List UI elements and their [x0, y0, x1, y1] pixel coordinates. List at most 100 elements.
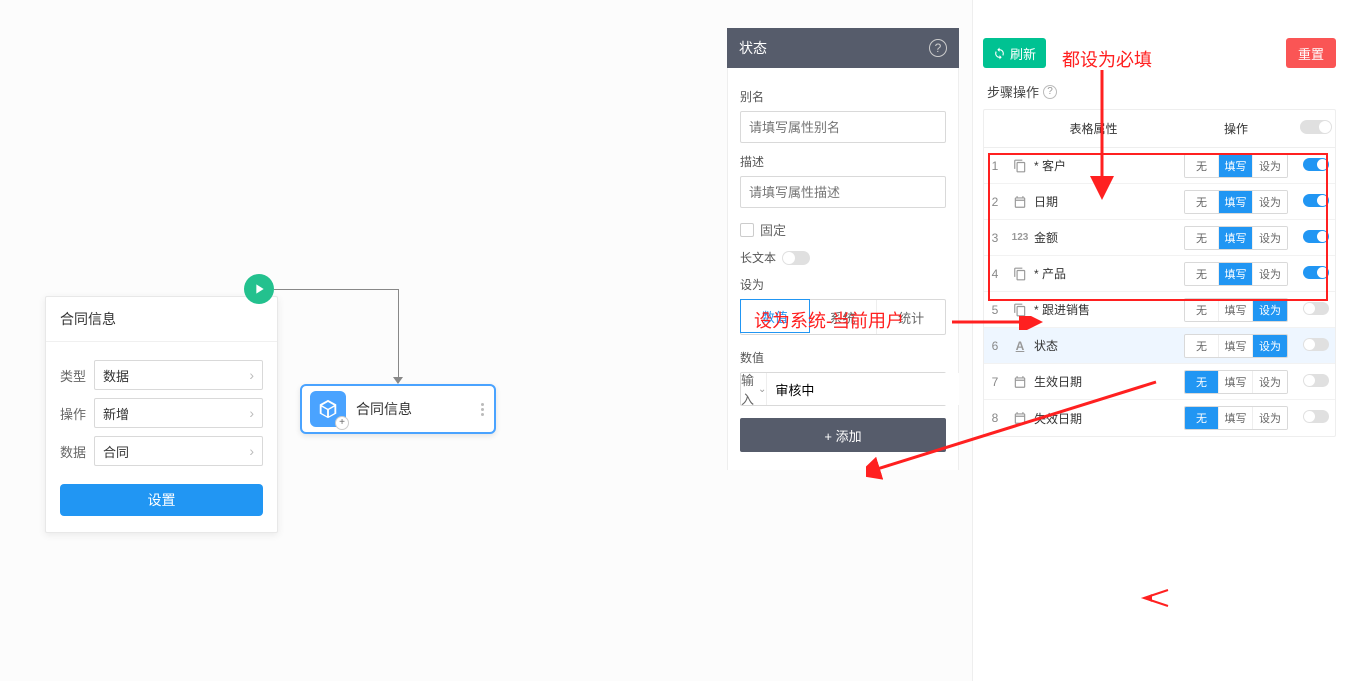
row-ops: 无 填写 设为 — [1175, 190, 1297, 214]
settings-button[interactable]: 设置 — [60, 484, 263, 516]
table-row[interactable]: 2 日期 无 填写 设为 — [984, 184, 1335, 220]
row-ops: 无 填写 设为 — [1175, 334, 1297, 358]
row-toggle[interactable] — [1303, 374, 1329, 387]
attr-label: 失效日期 — [1034, 410, 1082, 427]
type-label: 类型 — [60, 366, 94, 385]
longtext-label: 长文本 — [740, 249, 776, 266]
op-set[interactable]: 设为 — [1253, 407, 1287, 429]
op-set[interactable]: 设为 — [1253, 371, 1287, 393]
row-switch-cell — [1297, 266, 1335, 282]
row-attr: 日期 — [1006, 193, 1175, 210]
section-text: 步骤操作 — [987, 82, 1039, 101]
attr-label: * 产品 — [1034, 265, 1066, 282]
op-value: 新增 — [103, 404, 129, 423]
checkbox-icon — [740, 223, 754, 237]
row-num: 3 — [984, 231, 1006, 245]
row-ops: 无 填写 设为 — [1175, 406, 1297, 430]
alias-input[interactable] — [740, 111, 946, 143]
chevron-right-icon: › — [249, 367, 254, 383]
start-node[interactable] — [244, 274, 274, 304]
flow-node[interactable]: + 合同信息 — [300, 384, 496, 434]
config-card-body: 类型 数据 › 操作 新增 › 数据 合同 › 设置 — [46, 342, 277, 532]
op-set[interactable]: 设为 — [1253, 299, 1287, 321]
help-icon[interactable]: ? — [929, 39, 947, 57]
add-button[interactable]: + 添加 — [740, 418, 946, 452]
op-select[interactable]: 新增 › — [94, 398, 263, 428]
tab-system[interactable]: 系统 — [809, 300, 878, 334]
op-fill[interactable]: 填写 — [1219, 227, 1253, 249]
op-none[interactable]: 无 — [1185, 371, 1219, 393]
copy-icon — [1012, 302, 1028, 318]
refresh-button[interactable]: 刷新 — [983, 38, 1046, 68]
longtext-toggle[interactable] — [782, 251, 810, 265]
op-none[interactable]: 无 — [1185, 407, 1219, 429]
value-input[interactable] — [767, 373, 959, 405]
table-row[interactable]: 5 * 跟进销售 无 填写 设为 — [984, 292, 1335, 328]
tab-stat[interactable]: 统计 — [877, 300, 945, 334]
op-set[interactable]: 设为 — [1253, 155, 1287, 177]
desc-input[interactable] — [740, 176, 946, 208]
op-fill[interactable]: 填写 — [1219, 191, 1253, 213]
data-label: 数据 — [60, 442, 94, 461]
type-select[interactable]: 数据 › — [94, 360, 263, 390]
op-fill[interactable]: 填写 — [1219, 263, 1253, 285]
col-attr: 表格属性 — [1006, 120, 1175, 137]
row-toggle[interactable] — [1303, 194, 1329, 207]
op-none[interactable]: 无 — [1185, 335, 1219, 357]
chevron-right-icon: › — [249, 405, 254, 421]
play-icon — [251, 281, 267, 297]
ops-group: 无 填写 设为 — [1184, 370, 1288, 394]
op-none[interactable]: 无 — [1185, 227, 1219, 249]
op-none[interactable]: 无 — [1185, 263, 1219, 285]
value-input-row: 输入 ⌄ — [740, 372, 946, 406]
row-toggle[interactable] — [1303, 230, 1329, 243]
op-fill[interactable]: 填写 — [1219, 155, 1253, 177]
arrow-icon — [393, 377, 403, 384]
tab-value[interactable]: 数值 — [740, 299, 810, 333]
table-row[interactable]: 1 * 客户 无 填写 设为 — [984, 148, 1335, 184]
table-row[interactable]: 6 A 状态 无 填写 设为 — [984, 328, 1335, 364]
data-select[interactable]: 合同 › — [94, 436, 263, 466]
help-icon[interactable]: ? — [1043, 85, 1057, 99]
table-row[interactable]: 8 失效日期 无 填写 设为 — [984, 400, 1335, 436]
op-none[interactable]: 无 — [1185, 155, 1219, 177]
table-row[interactable]: 3 123 金额 无 填写 设为 — [984, 220, 1335, 256]
op-label: 操作 — [60, 404, 94, 423]
op-set[interactable]: 设为 — [1253, 227, 1287, 249]
table-row[interactable]: 4 * 产品 无 填写 设为 — [984, 256, 1335, 292]
row-toggle[interactable] — [1303, 266, 1329, 279]
op-none[interactable]: 无 — [1185, 299, 1219, 321]
toggle-icon[interactable] — [1300, 120, 1332, 134]
op-none[interactable]: 无 — [1185, 191, 1219, 213]
row-switch-cell — [1297, 374, 1335, 390]
panel-title: 状态 — [739, 38, 767, 58]
more-icon[interactable] — [479, 403, 486, 416]
op-set[interactable]: 设为 — [1253, 335, 1287, 357]
op-fill[interactable]: 填写 — [1219, 371, 1253, 393]
value-label: 数值 — [740, 349, 946, 366]
ops-group: 无 填写 设为 — [1184, 262, 1288, 286]
table-row[interactable]: 7 生效日期 无 填写 设为 — [984, 364, 1335, 400]
chevron-right-icon: › — [249, 443, 254, 459]
op-fill[interactable]: 填写 — [1219, 335, 1253, 357]
reset-button[interactable]: 重置 — [1286, 38, 1336, 68]
row-toggle[interactable] — [1303, 338, 1329, 351]
op-fill[interactable]: 填写 — [1219, 407, 1253, 429]
setas-tabs: 数值 系统 统计 — [740, 299, 946, 335]
attr-label: 金额 — [1034, 229, 1058, 246]
date-icon — [1012, 194, 1028, 210]
row-switch-cell — [1297, 410, 1335, 426]
cube-icon: + — [310, 391, 346, 427]
row-toggle[interactable] — [1303, 410, 1329, 423]
row-toggle[interactable] — [1303, 158, 1329, 171]
row-ops: 无 填写 设为 — [1175, 262, 1297, 286]
text-icon: A — [1012, 338, 1028, 354]
ops-group: 无 填写 设为 — [1184, 298, 1288, 322]
op-set[interactable]: 设为 — [1253, 191, 1287, 213]
row-toggle[interactable] — [1303, 302, 1329, 315]
op-set[interactable]: 设为 — [1253, 263, 1287, 285]
op-fill[interactable]: 填写 — [1219, 299, 1253, 321]
row-ops: 无 填写 设为 — [1175, 154, 1297, 178]
mode-select[interactable]: 输入 ⌄ — [741, 373, 767, 405]
fixed-checkbox[interactable]: 固定 — [740, 220, 946, 239]
